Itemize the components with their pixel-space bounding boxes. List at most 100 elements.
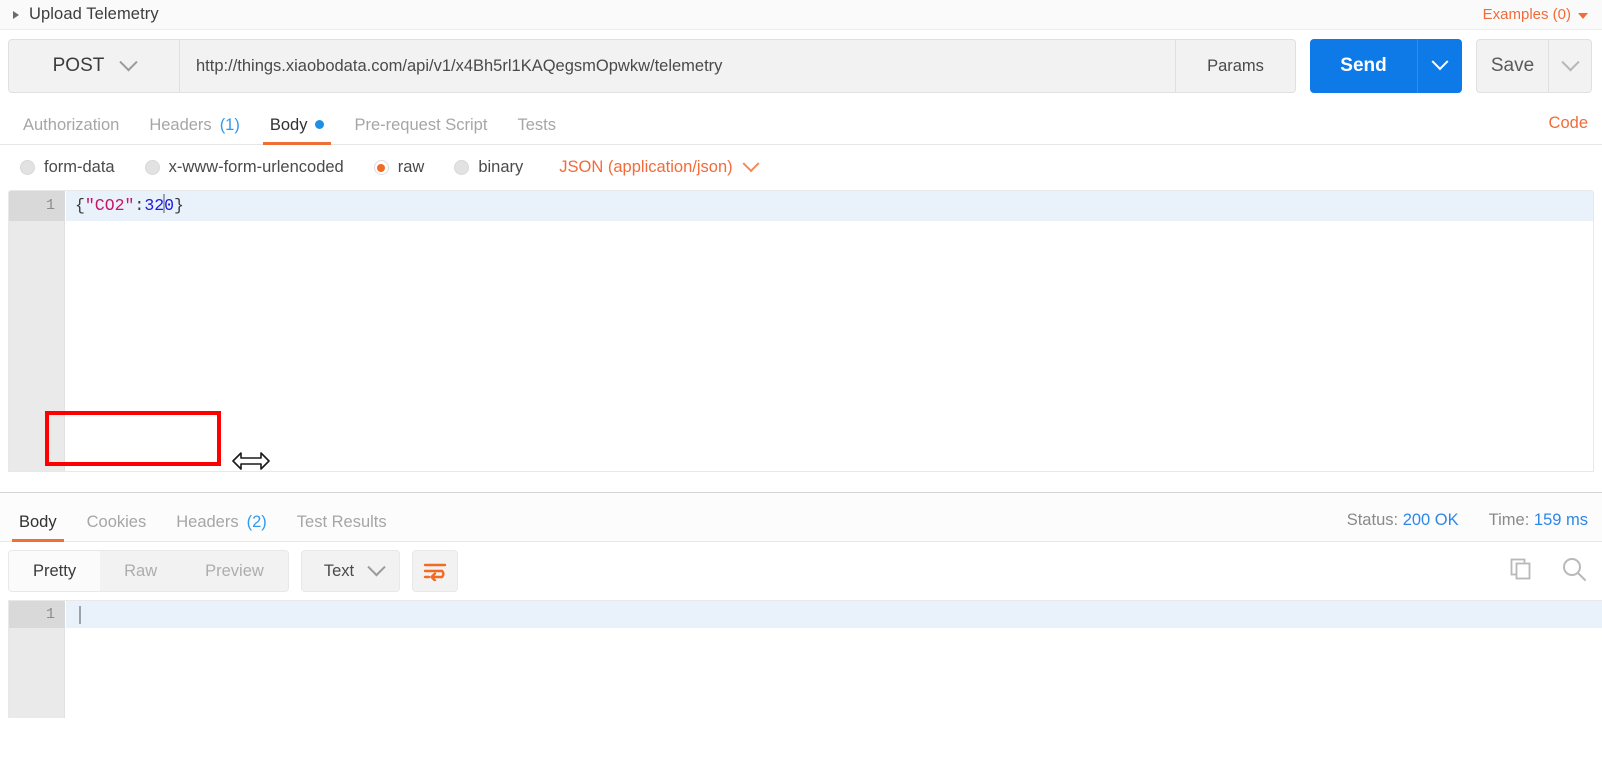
body-type-form-data[interactable]: form-data: [20, 158, 115, 177]
response-tab-test-results[interactable]: Test Results: [282, 512, 402, 542]
radio-icon: [144, 160, 160, 175]
tab-label: Authorization: [23, 115, 120, 134]
chevron-down-icon: [1431, 53, 1449, 71]
json-number-part-2: 0: [164, 196, 175, 215]
view-raw[interactable]: Raw: [100, 551, 181, 591]
body-type-raw[interactable]: raw: [373, 158, 425, 177]
response-active-line-highlight: [66, 601, 1602, 628]
url-input[interactable]: [196, 56, 1159, 76]
tab-label: Body: [19, 512, 57, 531]
response-meta: Status: 200 OK Time: 159 ms: [1347, 511, 1588, 541]
response-tab-headers[interactable]: Headers (2): [161, 512, 282, 542]
send-button[interactable]: Send: [1310, 39, 1417, 93]
url-bar: POST Params Send Save: [0, 30, 1602, 102]
body-type-label: binary: [478, 158, 524, 176]
body-type-binary[interactable]: binary: [454, 158, 523, 177]
tab-label: Cookies: [86, 512, 147, 531]
radio-icon: [454, 160, 470, 175]
status-label: Status:: [1346, 511, 1399, 529]
body-type-label: x-www-form-urlencoded: [168, 158, 344, 176]
request-body-code[interactable]: {"CO2":320}: [75, 191, 184, 221]
response-text-cursor: [79, 606, 81, 624]
chevron-down-icon: [742, 154, 760, 172]
response-tab-cookies[interactable]: Cookies: [72, 512, 162, 542]
json-close-brace: }: [174, 196, 184, 215]
radio-icon: [20, 160, 35, 175]
search-icon: [1563, 557, 1586, 581]
url-input-wrapper[interactable]: [180, 39, 1176, 93]
editor-gutter: [9, 191, 65, 471]
content-type-label: JSON (application/json): [559, 158, 733, 176]
wrap-lines-button[interactable]: [412, 550, 459, 592]
headers-count-badge: (1): [219, 115, 240, 134]
chevron-down-icon: [119, 52, 139, 71]
body-modified-dot-icon: [315, 120, 325, 130]
json-open-brace: {: [75, 196, 85, 215]
view-preview[interactable]: Preview: [181, 551, 288, 591]
response-format-selector[interactable]: Text: [300, 550, 401, 592]
chevron-down-icon: [367, 557, 386, 576]
tab-label: Test Results: [296, 512, 387, 531]
line-number: 1: [9, 191, 65, 221]
tab-label: Pre-request Script: [354, 115, 488, 134]
status-indicator: Status: 200 OK: [1347, 511, 1459, 530]
body-type-label: raw: [397, 158, 425, 176]
time-value: 159 ms: [1533, 511, 1588, 529]
body-type-label: form-data: [44, 158, 115, 176]
tab-label: Headers: [149, 115, 212, 134]
response-action-icons: [1508, 555, 1588, 588]
tab-body[interactable]: Body: [255, 115, 340, 145]
chevron-down-icon: [1560, 52, 1580, 71]
status-value: 200 OK: [1402, 511, 1459, 529]
tab-label: Tests: [517, 115, 556, 134]
response-line-number: 1: [9, 601, 65, 628]
tab-label: Body: [269, 115, 308, 134]
radio-checked-icon: [373, 160, 389, 175]
code-link[interactable]: Code: [1549, 114, 1588, 144]
http-method-selector[interactable]: POST: [8, 39, 180, 93]
horizontal-resize-cursor-icon: [232, 448, 270, 474]
time-indicator: Time: 159 ms: [1489, 511, 1588, 530]
view-pretty[interactable]: Pretty: [9, 551, 101, 591]
wrap-lines-icon: [423, 563, 447, 581]
http-method-label: POST: [52, 55, 105, 76]
examples-label: Examples (0): [1482, 6, 1571, 23]
params-button[interactable]: Params: [1176, 39, 1296, 93]
save-options-button[interactable]: [1548, 39, 1592, 93]
copy-icon: [1510, 558, 1531, 579]
json-key: "CO2": [84, 196, 135, 215]
save-button[interactable]: Save: [1476, 39, 1548, 93]
json-colon: :: [134, 196, 145, 215]
request-body-editor[interactable]: 1 {"CO2":320}: [8, 190, 1594, 472]
response-tab-bar: Body Cookies Headers (2) Test Results St…: [0, 493, 1602, 542]
body-type-urlencoded[interactable]: x-www-form-urlencoded: [144, 158, 344, 177]
request-body-editor-area: 1 {"CO2":320}: [0, 190, 1602, 472]
send-options-button[interactable]: [1417, 39, 1462, 93]
page-title: Upload Telemetry: [29, 5, 159, 23]
body-type-row: form-data x-www-form-urlencoded raw bina…: [0, 145, 1602, 190]
request-tab-bar: Authorization Headers (1) Body Pre-reque…: [0, 102, 1602, 145]
response-headers-count-badge: (2): [246, 512, 267, 531]
response-view-switcher: Pretty Raw Preview: [8, 550, 289, 592]
tab-label: Headers: [176, 512, 239, 531]
tab-headers[interactable]: Headers (1): [134, 115, 255, 145]
caret-down-icon: [1578, 12, 1588, 19]
copy-button[interactable]: [1508, 556, 1534, 587]
request-title-bar: Upload Telemetry Examples (0): [0, 0, 1602, 30]
response-body-editor-area: 1: [0, 600, 1602, 718]
panel-divider[interactable]: [0, 472, 1602, 493]
json-number-part-1: 32: [144, 196, 165, 215]
response-format-label: Text: [323, 561, 355, 580]
search-button[interactable]: [1560, 555, 1588, 588]
response-body-editor[interactable]: 1: [8, 600, 1602, 718]
save-button-group: Save: [1476, 39, 1592, 93]
examples-dropdown[interactable]: Examples (0): [1483, 6, 1588, 23]
send-button-group: Send: [1310, 39, 1462, 93]
tab-authorization[interactable]: Authorization: [8, 115, 134, 145]
active-line-highlight: [66, 191, 1593, 221]
tab-pre-request-script[interactable]: Pre-request Script: [339, 115, 502, 145]
tab-tests[interactable]: Tests: [502, 115, 571, 145]
triangle-right-icon[interactable]: [10, 9, 22, 21]
response-tab-body[interactable]: Body: [4, 512, 72, 542]
content-type-selector[interactable]: JSON (application/json): [559, 154, 760, 177]
